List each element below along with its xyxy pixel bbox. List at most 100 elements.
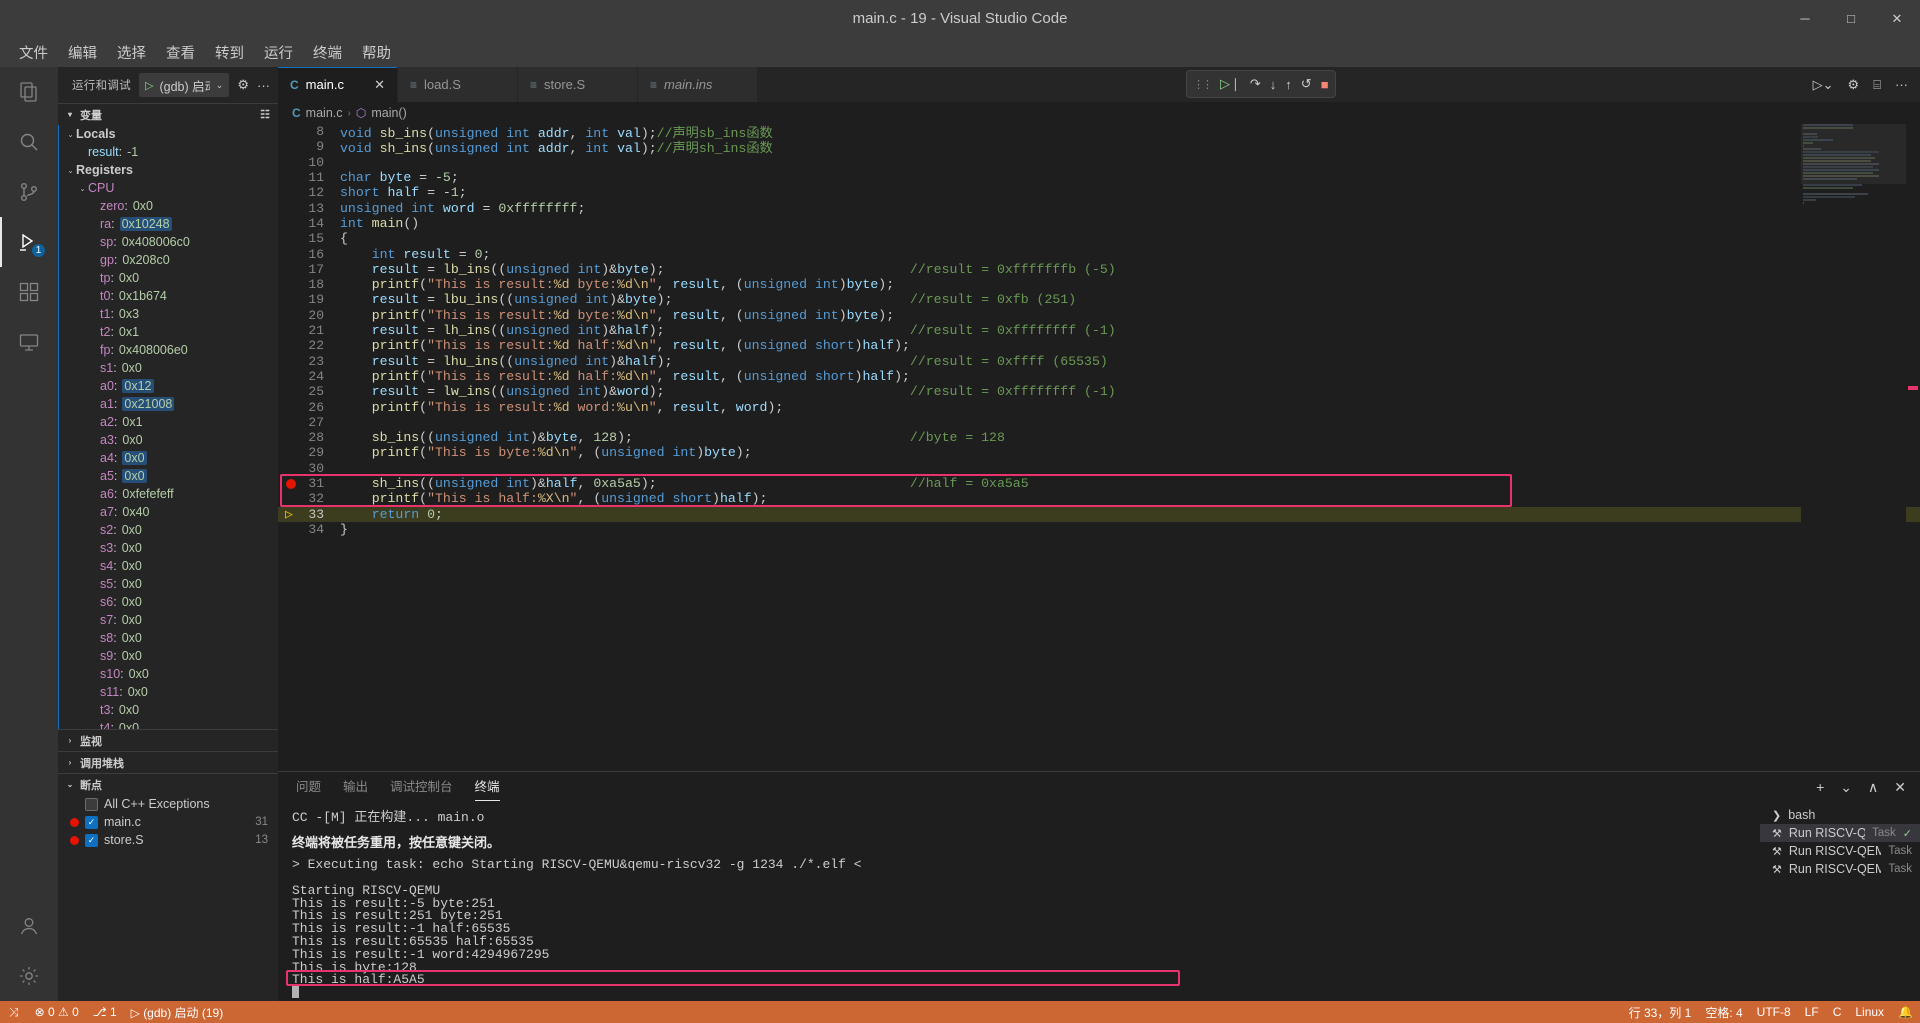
code-line[interactable]: 15{	[278, 231, 1920, 246]
close-panel-icon[interactable]: ✕	[1894, 779, 1906, 796]
ports-status[interactable]: ⎇ 1	[86, 1001, 124, 1023]
variable-row[interactable]: s10:0x0	[59, 665, 278, 683]
problems-status[interactable]: ⊗ 0 ⚠ 0	[28, 1001, 86, 1023]
debug-toolbar[interactable]: ⋮⋮ ▷❘ ↷ ↓ ↑ ↺ ■	[1186, 70, 1336, 98]
code-line[interactable]: 28 sb_ins((unsigned int)&byte, 128); //b…	[278, 430, 1920, 445]
variable-row[interactable]: gp:0x208c0	[59, 251, 278, 269]
breakpoints-section-header[interactable]: ⌄ 断点	[58, 773, 278, 795]
code-line[interactable]: 23 result = lhu_ins((unsigned int)&half)…	[278, 354, 1920, 369]
step-into-button[interactable]: ↓	[1270, 77, 1277, 92]
breakpoint-checkbox[interactable]: ✓	[85, 834, 98, 847]
code-line[interactable]: 18 printf("This is result:%d byte:%d\n",…	[278, 277, 1920, 292]
menu-go[interactable]: 转到	[206, 39, 253, 66]
code-line[interactable]: 11char byte = -5;	[278, 170, 1920, 185]
code-line[interactable]: 21 result = lh_ins((unsigned int)&half);…	[278, 323, 1920, 338]
notifications-bell-icon[interactable]: 🔔	[1891, 1001, 1920, 1023]
editor-scrollbar[interactable]	[1906, 124, 1920, 771]
variable-row[interactable]: zero:0x0	[59, 197, 278, 215]
code-line[interactable]: 29 printf("This is byte:%d\n", (unsigned…	[278, 445, 1920, 460]
source-control-icon[interactable]	[0, 167, 58, 217]
accounts-icon[interactable]	[0, 901, 58, 951]
terminal-list-item[interactable]: ⚒Run RISCV-QEMUTask	[1760, 860, 1920, 878]
code-line[interactable]: 22 printf("This is result:%d half:%d\n",…	[278, 338, 1920, 353]
code-line[interactable]: 24 printf("This is result:%d half:%d\n",…	[278, 369, 1920, 384]
chevron-down-icon[interactable]: ⌄	[77, 184, 88, 193]
terminal-list-item[interactable]: ⚒Run RISCV-QEMUTask✓	[1760, 824, 1920, 842]
variable-row[interactable]: s3:0x0	[59, 539, 278, 557]
platform-status[interactable]: Linux	[1848, 1001, 1891, 1023]
variables-section-header[interactable]: ▾ 变量 ☷	[58, 103, 278, 125]
drag-handle-icon[interactable]: ⋮⋮	[1193, 78, 1211, 91]
maximize-button[interactable]: □	[1828, 0, 1874, 37]
code-lines[interactable]: 8void sb_ins(unsigned int addr, int val)…	[278, 124, 1920, 771]
code-line[interactable]: 19 result = lbu_ins((unsigned int)&byte)…	[278, 292, 1920, 307]
variable-row[interactable]: a5:0x0	[59, 467, 278, 485]
code-line[interactable]: 30	[278, 461, 1920, 476]
eol-status[interactable]: LF	[1798, 1001, 1826, 1023]
cursor-position[interactable]: 行 33，列 1	[1622, 1001, 1699, 1023]
callstack-section-header[interactable]: › 调用堆栈	[58, 751, 278, 773]
start-debug-icon[interactable]: ▷	[145, 79, 153, 92]
breakpoint-item[interactable]: ✓main.c31	[58, 813, 278, 831]
editor-breakpoint-dot-icon[interactable]	[286, 479, 296, 489]
open-launch-json-icon[interactable]: ⚙	[237, 77, 249, 93]
variable-row[interactable]: ⌄Registers	[59, 161, 278, 179]
explorer-icon[interactable]	[0, 67, 58, 117]
indentation-status[interactable]: 空格: 4	[1698, 1001, 1749, 1023]
variable-row[interactable]: s1:0x0	[59, 359, 278, 377]
debug-session-status[interactable]: ▷ (gdb) 启动 (19)	[124, 1001, 231, 1023]
code-line[interactable]: 31 sh_ins((unsigned int)&half, 0xa5a5); …	[278, 476, 1920, 491]
variable-row[interactable]: result:-1	[59, 143, 278, 161]
code-line[interactable]: 12short half = -1;	[278, 185, 1920, 200]
code-line[interactable]: 16 int result = 0;	[278, 246, 1920, 261]
code-line[interactable]: 10	[278, 155, 1920, 170]
breadcrumb-symbol[interactable]: main()	[371, 106, 406, 120]
code-line[interactable]: 20 printf("This is result:%d byte:%d\n",…	[278, 308, 1920, 323]
maximize-panel-icon[interactable]: ∧	[1868, 779, 1878, 796]
tab-terminal[interactable]: 终端	[475, 776, 500, 799]
breakpoints-list[interactable]: All C++ Exceptions✓main.c31✓store.S13	[58, 795, 278, 849]
variable-row[interactable]: ⌄CPU	[59, 179, 278, 197]
code-line[interactable]: 14int main()	[278, 216, 1920, 231]
remote-indicator[interactable]: ⤨	[0, 1001, 28, 1023]
tab-problems[interactable]: 问题	[296, 776, 321, 799]
restart-button[interactable]: ↺	[1301, 76, 1312, 92]
launch-config-dropdown[interactable]: ▷ (gdb) 启动 ⌄	[139, 73, 229, 97]
split-editor-icon[interactable]: ⌸	[1873, 77, 1881, 93]
search-icon[interactable]	[0, 117, 58, 167]
close-icon[interactable]: ✕	[366, 77, 385, 93]
tab-main-ins[interactable]: ≡ main.ins	[638, 67, 758, 102]
remote-explorer-icon[interactable]	[0, 317, 58, 367]
step-out-button[interactable]: ↑	[1285, 77, 1292, 92]
variable-row[interactable]: t0:0x1b674	[59, 287, 278, 305]
new-terminal-icon[interactable]: +	[1816, 779, 1824, 795]
variable-row[interactable]: sp:0x408006c0	[59, 233, 278, 251]
variable-row[interactable]: s7:0x0	[59, 611, 278, 629]
menu-run[interactable]: 运行	[255, 39, 302, 66]
close-button[interactable]: ✕	[1874, 0, 1920, 37]
watch-section-header[interactable]: › 监视	[58, 729, 278, 751]
variable-row[interactable]: ra:0x10248	[59, 215, 278, 233]
more-actions-icon[interactable]: ···	[1895, 77, 1908, 92]
variables-tree[interactable]: ⌄Localsresult:-1⌄Registers⌄CPUzero:0x0ra…	[58, 125, 278, 729]
variable-row[interactable]: a3:0x0	[59, 431, 278, 449]
language-mode-status[interactable]: C	[1826, 1001, 1849, 1023]
run-dropdown-icon[interactable]: ▷⌄	[1813, 77, 1834, 93]
menu-selection[interactable]: 选择	[108, 39, 155, 66]
variable-row[interactable]: fp:0x408006e0	[59, 341, 278, 359]
variable-row[interactable]: a2:0x1	[59, 413, 278, 431]
continue-button[interactable]: ▷❘	[1220, 76, 1241, 92]
breakpoint-checkbox[interactable]	[85, 798, 98, 811]
minimap[interactable]	[1801, 124, 1906, 771]
variable-row[interactable]: ⌄Locals	[59, 125, 278, 143]
chevron-down-icon[interactable]: ⌄	[65, 130, 76, 139]
pin-icon[interactable]: ☷	[260, 108, 270, 121]
variable-row[interactable]: t2:0x1	[59, 323, 278, 341]
variable-row[interactable]: t4:0x0	[59, 719, 278, 729]
variable-row[interactable]: s2:0x0	[59, 521, 278, 539]
menu-edit[interactable]: 编辑	[59, 39, 106, 66]
breakpoint-item[interactable]: ✓store.S13	[58, 831, 278, 849]
settings-gear-icon[interactable]: ⚙	[1848, 77, 1860, 93]
variable-row[interactable]: t1:0x3	[59, 305, 278, 323]
code-line[interactable]: ▷33 return 0;	[278, 507, 1920, 522]
